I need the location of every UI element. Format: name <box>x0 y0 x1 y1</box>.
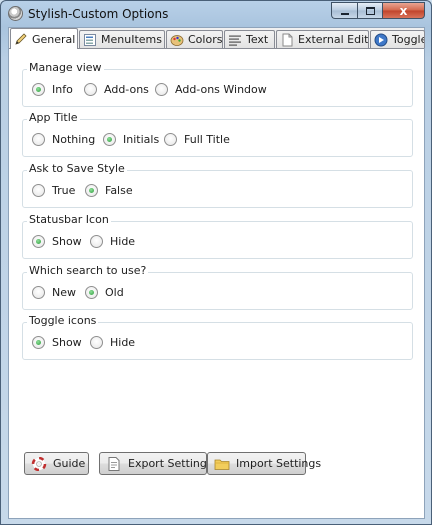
radio-button[interactable] <box>85 184 98 197</box>
option-label: New <box>52 286 76 299</box>
tab-strip: General MenuItems Colors Text External E… <box>9 28 425 49</box>
group-title: Toggle icons <box>27 314 99 327</box>
radio-button[interactable] <box>155 83 168 96</box>
statusbar-icon-group: Statusbar Icon Show Hide <box>22 213 413 259</box>
tab-general[interactable]: General <box>10 28 78 49</box>
tab-label: Text <box>246 33 269 46</box>
option-label: Hide <box>110 235 136 248</box>
text-lines-icon <box>228 33 242 47</box>
radio-button[interactable] <box>164 133 177 146</box>
tab-label: General <box>32 32 76 46</box>
search-type-group: Which search to use? New Old <box>22 264 413 310</box>
radio-button[interactable] <box>90 336 103 349</box>
menu-list-icon <box>83 33 97 47</box>
statusbar-icon-hide-option[interactable]: Hide <box>90 235 135 248</box>
maximize-icon <box>365 6 375 15</box>
search-old-option[interactable]: Old <box>85 286 124 299</box>
group-title: Ask to Save Style <box>27 162 127 175</box>
button-label: Import Settings <box>236 457 322 470</box>
window-title: Stylish-Custom Options <box>28 7 169 21</box>
statusbar-icon-show-option[interactable]: Show <box>32 235 82 248</box>
tab-toggle[interactable]: Toggle <box>370 30 425 48</box>
ask-to-save-false-option[interactable]: False <box>85 184 133 197</box>
app-title-nothing-option[interactable]: Nothing <box>32 133 95 146</box>
option-label: Initials <box>123 133 160 146</box>
export-settings-button[interactable]: Export Settings <box>99 452 213 475</box>
pencil-icon <box>14 32 28 46</box>
close-icon: x <box>399 3 408 18</box>
toggle-icons-show-option[interactable]: Show <box>32 336 82 349</box>
radio-button[interactable] <box>32 336 45 349</box>
window-controls: x <box>331 2 425 19</box>
option-label: Hide <box>110 336 136 349</box>
group-title: Which search to use? <box>27 264 149 277</box>
button-label: Export Settings <box>128 457 213 470</box>
radio-button[interactable] <box>32 235 45 248</box>
option-label: Full Title <box>184 133 230 146</box>
manage-view-info-option[interactable]: Info <box>32 83 73 96</box>
radio-button[interactable] <box>85 286 98 299</box>
minimize-icon <box>340 12 349 15</box>
title-bar[interactable]: Stylish-Custom Options x <box>1 1 431 27</box>
toggle-icons-hide-option[interactable]: Hide <box>90 336 135 349</box>
button-label: Guide <box>53 457 86 470</box>
radio-button[interactable] <box>32 286 45 299</box>
option-label: Show <box>52 336 82 349</box>
option-label: Info <box>52 83 73 96</box>
toggle-icon <box>374 33 388 47</box>
maximize-button[interactable] <box>357 2 382 19</box>
radio-button[interactable] <box>32 83 45 96</box>
option-label: Old <box>105 286 124 299</box>
option-label: Nothing <box>52 133 96 146</box>
tab-label: MenuItems <box>101 33 162 46</box>
manage-view-group: Manage view Info Add-ons Add-ons Window <box>22 61 413 107</box>
option-label: True <box>52 184 76 197</box>
option-label: False <box>105 184 133 197</box>
tab-external-editor[interactable]: External Editor <box>276 30 369 48</box>
minimize-button[interactable] <box>331 2 357 19</box>
close-button[interactable]: x <box>382 2 425 19</box>
import-settings-button[interactable]: Import Settings <box>207 452 321 475</box>
export-document-icon <box>106 456 122 471</box>
radio-button[interactable] <box>103 133 116 146</box>
app-title-initials-option[interactable]: Initials <box>103 133 159 146</box>
ask-to-save-true-option[interactable]: True <box>32 184 75 197</box>
toggle-icons-group: Toggle icons Show Hide <box>22 314 413 360</box>
tab-menuitems[interactable]: MenuItems <box>79 30 165 48</box>
option-label: Add-ons Window <box>175 83 267 96</box>
group-title: Manage view <box>27 61 104 74</box>
radio-button[interactable] <box>32 133 45 146</box>
options-window: Stylish-Custom Options x General MenuIte… <box>0 0 432 525</box>
tab-label: Toggle <box>392 33 425 46</box>
guide-button[interactable]: Guide <box>24 452 89 475</box>
app-title-group: App Title Nothing Initials Full Title <box>22 111 413 157</box>
ask-to-save-style-group: Ask to Save Style True False <box>22 162 413 208</box>
document-icon <box>280 33 294 47</box>
radio-button[interactable] <box>90 235 103 248</box>
app-title-full-title-option[interactable]: Full Title <box>164 133 230 146</box>
group-title: App Title <box>27 111 80 124</box>
tab-label: Colors <box>188 33 223 46</box>
manage-view-addons-option[interactable]: Add-ons <box>84 83 149 96</box>
lifebuoy-icon <box>31 456 47 471</box>
dialog-body: General MenuItems Colors Text External E… <box>8 27 425 519</box>
manage-view-addons-window-option[interactable]: Add-ons Window <box>155 83 267 96</box>
tab-colors[interactable]: Colors <box>166 30 223 48</box>
tab-text[interactable]: Text <box>224 30 275 48</box>
radio-button[interactable] <box>84 83 97 96</box>
radio-button[interactable] <box>32 184 45 197</box>
option-label: Add-ons <box>104 83 149 96</box>
general-panel: Manage view Info Add-ons Add-ons Window … <box>9 48 424 518</box>
folder-icon <box>214 457 230 471</box>
app-icon <box>8 6 23 21</box>
option-label: Show <box>52 235 82 248</box>
search-new-option[interactable]: New <box>32 286 76 299</box>
palette-icon <box>170 33 184 47</box>
group-title: Statusbar Icon <box>27 213 111 226</box>
tab-label: External Editor <box>298 33 369 46</box>
